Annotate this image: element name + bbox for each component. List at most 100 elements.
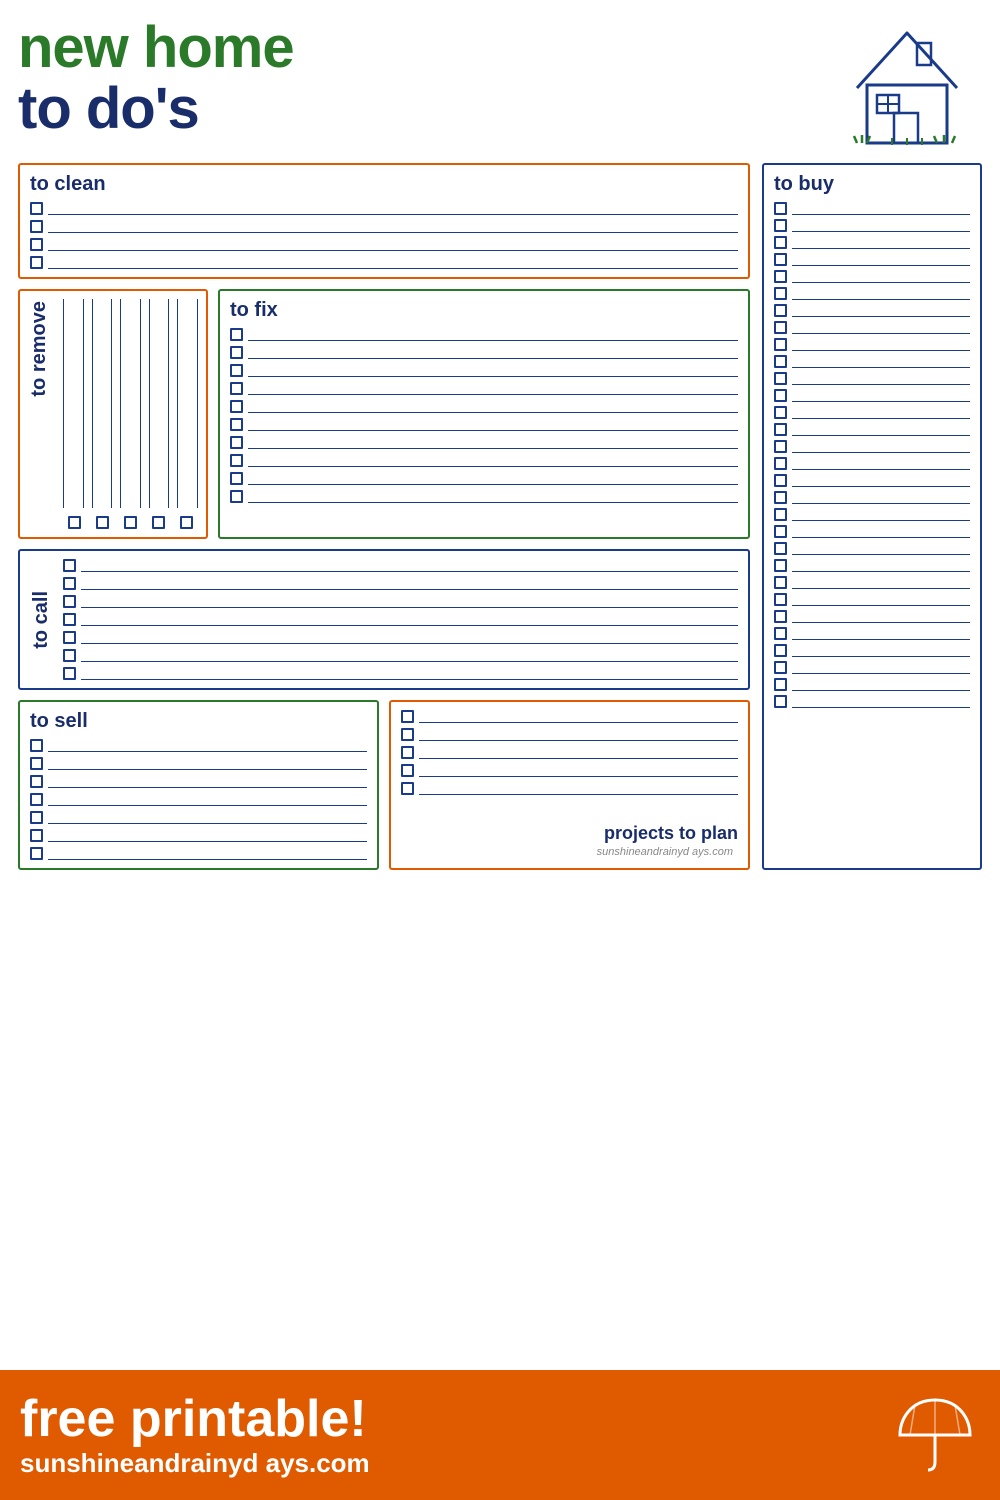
checkbox[interactable] — [774, 525, 787, 538]
checkbox[interactable] — [63, 559, 76, 572]
checkbox[interactable] — [230, 346, 243, 359]
title-new-home: new home — [18, 18, 842, 79]
to-remove-section: to remove — [18, 289, 208, 539]
checkbox[interactable] — [774, 644, 787, 657]
checkbox[interactable] — [774, 287, 787, 300]
checkbox[interactable] — [230, 454, 243, 467]
check-line — [48, 256, 738, 269]
checkbox[interactable] — [774, 389, 787, 402]
checkbox[interactable] — [230, 418, 243, 431]
checkbox[interactable] — [774, 219, 787, 232]
check-line — [48, 202, 738, 215]
checkbox[interactable] — [30, 256, 43, 269]
check-line — [792, 372, 970, 385]
check-line — [81, 631, 738, 644]
checkbox[interactable] — [30, 238, 43, 251]
checkbox[interactable] — [774, 338, 787, 351]
checkbox[interactable] — [774, 440, 787, 453]
checkbox[interactable] — [30, 775, 43, 788]
list-item — [774, 423, 970, 436]
checkbox[interactable] — [63, 667, 76, 680]
check-line — [48, 793, 367, 806]
list-item — [30, 202, 738, 215]
checkbox[interactable] — [401, 746, 414, 759]
checkbox[interactable] — [774, 202, 787, 215]
remove-columns — [63, 299, 198, 508]
checkbox[interactable] — [774, 355, 787, 368]
checkbox[interactable] — [230, 436, 243, 449]
footer-text-block: free printable! sunshineandrainyd ays.co… — [20, 1391, 890, 1479]
list-item — [30, 757, 367, 770]
checkbox[interactable] — [774, 610, 787, 623]
checkbox[interactable] — [63, 595, 76, 608]
checkbox[interactable] — [774, 695, 787, 708]
checkbox[interactable] — [124, 516, 137, 529]
checkbox[interactable] — [774, 270, 787, 283]
check-line — [792, 287, 970, 300]
check-line — [792, 321, 970, 334]
checkbox[interactable] — [30, 757, 43, 770]
checkbox[interactable] — [96, 516, 109, 529]
list-item — [774, 695, 970, 708]
footer-banner: free printable! sunshineandrainyd ays.co… — [0, 1370, 1000, 1500]
checkbox[interactable] — [774, 678, 787, 691]
list-item — [230, 472, 738, 485]
checkbox[interactable] — [774, 457, 787, 470]
checkbox[interactable] — [774, 593, 787, 606]
list-item — [774, 644, 970, 657]
to-fix-section: to fix — [218, 289, 750, 539]
checkbox[interactable] — [774, 627, 787, 640]
checkbox[interactable] — [63, 613, 76, 626]
mid-row: to remove — [18, 289, 750, 539]
checkbox[interactable] — [230, 382, 243, 395]
footer-free-text: free printable! — [20, 1391, 890, 1448]
checkbox[interactable] — [774, 542, 787, 555]
checkbox[interactable] — [63, 649, 76, 662]
checkbox[interactable] — [401, 728, 414, 741]
checkbox[interactable] — [30, 220, 43, 233]
check-line — [248, 328, 738, 341]
checkbox[interactable] — [774, 236, 787, 249]
list-item — [30, 829, 367, 842]
checkbox[interactable] — [68, 516, 81, 529]
check-line — [792, 219, 970, 232]
checkbox[interactable] — [230, 490, 243, 503]
checkbox[interactable] — [774, 406, 787, 419]
checkbox[interactable] — [230, 364, 243, 377]
checkbox[interactable] — [63, 577, 76, 590]
checkbox[interactable] — [152, 516, 165, 529]
checkbox[interactable] — [774, 491, 787, 504]
checkbox[interactable] — [30, 202, 43, 215]
checkbox[interactable] — [30, 847, 43, 860]
checkbox[interactable] — [401, 764, 414, 777]
checkbox[interactable] — [774, 423, 787, 436]
checkbox[interactable] — [230, 400, 243, 413]
list-item — [30, 793, 367, 806]
checkbox[interactable] — [774, 321, 787, 334]
checkbox[interactable] — [774, 372, 787, 385]
checkbox[interactable] — [401, 710, 414, 723]
checkbox[interactable] — [30, 739, 43, 752]
checkbox[interactable] — [401, 782, 414, 795]
checkbox[interactable] — [63, 631, 76, 644]
left-column: to clean to remove — [18, 163, 750, 870]
checkbox[interactable] — [774, 661, 787, 674]
list-item — [30, 847, 367, 860]
checkbox[interactable] — [30, 793, 43, 806]
checkbox[interactable] — [774, 304, 787, 317]
checkbox[interactable] — [774, 253, 787, 266]
checkbox[interactable] — [774, 474, 787, 487]
checkbox[interactable] — [180, 516, 193, 529]
checkbox[interactable] — [30, 829, 43, 842]
checkbox[interactable] — [774, 576, 787, 589]
list-item — [774, 525, 970, 538]
checkbox[interactable] — [30, 811, 43, 824]
checkbox[interactable] — [774, 508, 787, 521]
check-line — [792, 508, 970, 521]
check-line — [81, 595, 738, 608]
list-item — [230, 490, 738, 503]
checkbox[interactable] — [774, 559, 787, 572]
checkbox[interactable] — [230, 472, 243, 485]
to-fix-title: to fix — [230, 299, 738, 322]
checkbox[interactable] — [230, 328, 243, 341]
